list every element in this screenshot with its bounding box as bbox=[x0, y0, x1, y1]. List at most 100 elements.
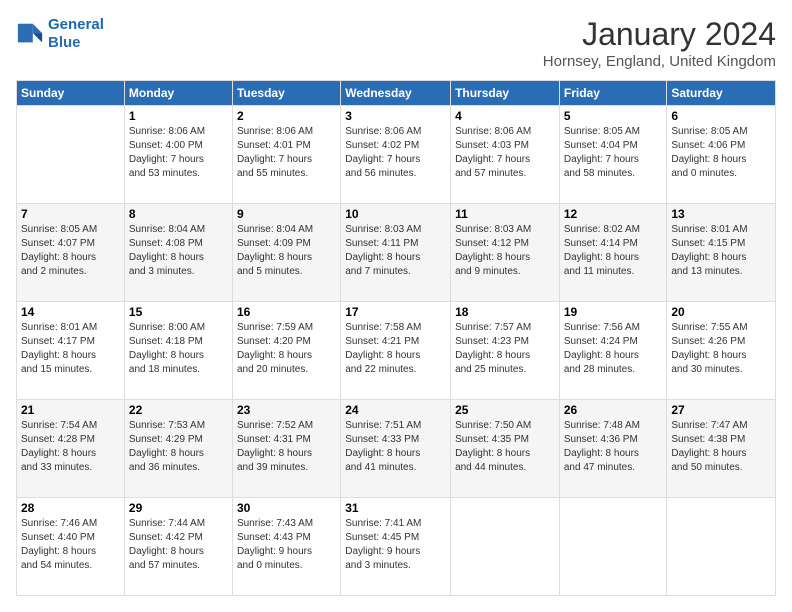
calendar-cell: 16 Sunrise: 7:59 AM Sunset: 4:20 PM Dayli… bbox=[232, 302, 340, 400]
cell-content: Sunrise: 7:56 AM Sunset: 4:24 PM Dayligh… bbox=[564, 321, 663, 377]
month-title: January 2024 bbox=[543, 16, 776, 53]
page: General Blue January 2024 Hornsey, Engla… bbox=[0, 0, 792, 612]
day-number: 8 bbox=[129, 207, 228, 221]
calendar-cell bbox=[559, 498, 667, 596]
day-header-saturday: Saturday bbox=[667, 81, 776, 106]
cell-content: Sunrise: 7:52 AM Sunset: 4:31 PM Dayligh… bbox=[237, 419, 336, 475]
logo-blue: Blue bbox=[48, 34, 81, 51]
day-number: 9 bbox=[237, 207, 336, 221]
day-number: 29 bbox=[129, 501, 228, 515]
day-number: 7 bbox=[21, 207, 120, 221]
day-number: 24 bbox=[345, 403, 446, 417]
calendar-cell: 12Sunrise: 8:02 AM Sunset: 4:14 PM Dayli… bbox=[559, 204, 667, 302]
day-number: 4 bbox=[455, 109, 555, 123]
cell-content: Sunrise: 7:43 AM Sunset: 4:43 PM Dayligh… bbox=[237, 517, 336, 573]
calendar-table: SundayMondayTuesdayWednesdayThursdayFrid… bbox=[16, 80, 776, 596]
cell-content: Sunrise: 7:50 AM Sunset: 4:35 PM Dayligh… bbox=[455, 419, 555, 475]
day-number: 3 bbox=[345, 109, 446, 123]
day-number: 27 bbox=[671, 403, 771, 417]
calendar-cell: 2 Sunrise: 8:06 AM Sunset: 4:01 PM Daylig… bbox=[232, 106, 340, 204]
calendar-cell: 4Sunrise: 8:06 AM Sunset: 4:03 PM Daylig… bbox=[451, 106, 560, 204]
cell-content: Sunrise: 8:02 AM Sunset: 4:14 PM Dayligh… bbox=[564, 223, 663, 279]
day-number: 6 bbox=[671, 109, 771, 123]
day-header-friday: Friday bbox=[559, 81, 667, 106]
cell-content: Sunrise: 7:41 AM Sunset: 4:45 PM Dayligh… bbox=[345, 517, 446, 573]
cell-content: Sunrise: 8:05 AM Sunset: 4:06 PM Dayligh… bbox=[671, 125, 771, 181]
calendar-cell bbox=[667, 498, 776, 596]
calendar-header-row: SundayMondayTuesdayWednesdayThursdayFrid… bbox=[17, 81, 776, 106]
calendar-cell: 13 Sunrise: 8:01 AM Sunset: 4:15 PM Dayli… bbox=[667, 204, 776, 302]
cell-content: Sunrise: 7:47 AM Sunset: 4:38 PM Dayligh… bbox=[671, 419, 771, 475]
cell-content: Sunrise: 8:06 AM Sunset: 4:01 PM Dayligh… bbox=[237, 125, 336, 181]
cell-content: Sunrise: 8:04 AM Sunset: 4:09 PM Dayligh… bbox=[237, 223, 336, 279]
day-number: 14 bbox=[21, 305, 120, 319]
cell-content: Sunrise: 7:44 AM Sunset: 4:42 PM Dayligh… bbox=[129, 517, 228, 573]
day-number: 13 bbox=[671, 207, 771, 221]
calendar-cell: 10 Sunrise: 8:03 AM Sunset: 4:11 PM Dayli… bbox=[341, 204, 451, 302]
calendar-cell: 15 Sunrise: 8:00 AM Sunset: 4:18 PM Dayli… bbox=[124, 302, 232, 400]
logo-text: General Blue bbox=[48, 16, 104, 52]
cell-content: Sunrise: 8:05 AM Sunset: 4:04 PM Dayligh… bbox=[564, 125, 663, 181]
cell-content: Sunrise: 8:06 AM Sunset: 4:02 PM Dayligh… bbox=[345, 125, 446, 181]
calendar-cell: 22 Sunrise: 7:53 AM Sunset: 4:29 PM Dayli… bbox=[124, 400, 232, 498]
cell-content: Sunrise: 7:57 AM Sunset: 4:23 PM Dayligh… bbox=[455, 321, 555, 377]
logo: General Blue bbox=[16, 16, 104, 52]
day-number: 30 bbox=[237, 501, 336, 515]
calendar-cell: 19 Sunrise: 7:56 AM Sunset: 4:24 PM Dayli… bbox=[559, 302, 667, 400]
location: Hornsey, England, United Kingdom bbox=[543, 53, 776, 70]
calendar-cell bbox=[17, 106, 125, 204]
cell-content: Sunrise: 8:03 AM Sunset: 4:12 PM Dayligh… bbox=[455, 223, 555, 279]
calendar-cell: 3 Sunrise: 8:06 AM Sunset: 4:02 PM Daylig… bbox=[341, 106, 451, 204]
day-number: 19 bbox=[564, 305, 663, 319]
calendar-cell bbox=[451, 498, 560, 596]
day-number: 20 bbox=[671, 305, 771, 319]
day-number: 16 bbox=[237, 305, 336, 319]
cell-content: Sunrise: 7:54 AM Sunset: 4:28 PM Dayligh… bbox=[21, 419, 120, 475]
day-number: 2 bbox=[237, 109, 336, 123]
cell-content: Sunrise: 7:55 AM Sunset: 4:26 PM Dayligh… bbox=[671, 321, 771, 377]
calendar-cell: 14Sunrise: 8:01 AM Sunset: 4:17 PM Dayli… bbox=[17, 302, 125, 400]
day-number: 28 bbox=[21, 501, 120, 515]
calendar-cell: 23Sunrise: 7:52 AM Sunset: 4:31 PM Dayli… bbox=[232, 400, 340, 498]
day-number: 25 bbox=[455, 403, 555, 417]
cell-content: Sunrise: 8:03 AM Sunset: 4:11 PM Dayligh… bbox=[345, 223, 446, 279]
day-header-wednesday: Wednesday bbox=[341, 81, 451, 106]
logo-icon bbox=[16, 20, 44, 48]
calendar-week-2: 7Sunrise: 8:05 AM Sunset: 4:07 PM Daylig… bbox=[17, 204, 776, 302]
day-number: 1 bbox=[129, 109, 228, 123]
calendar-cell: 26 Sunrise: 7:48 AM Sunset: 4:36 PM Dayli… bbox=[559, 400, 667, 498]
calendar-cell: 25 Sunrise: 7:50 AM Sunset: 4:35 PM Dayli… bbox=[451, 400, 560, 498]
day-number: 5 bbox=[564, 109, 663, 123]
day-header-tuesday: Tuesday bbox=[232, 81, 340, 106]
header: General Blue January 2024 Hornsey, Engla… bbox=[16, 16, 776, 70]
calendar-cell: 11Sunrise: 8:03 AM Sunset: 4:12 PM Dayli… bbox=[451, 204, 560, 302]
day-header-sunday: Sunday bbox=[17, 81, 125, 106]
day-number: 17 bbox=[345, 305, 446, 319]
calendar-cell: 28Sunrise: 7:46 AM Sunset: 4:40 PM Dayli… bbox=[17, 498, 125, 596]
day-number: 18 bbox=[455, 305, 555, 319]
calendar-cell: 17 Sunrise: 7:58 AM Sunset: 4:21 PM Dayli… bbox=[341, 302, 451, 400]
calendar-cell: 18 Sunrise: 7:57 AM Sunset: 4:23 PM Dayli… bbox=[451, 302, 560, 400]
calendar-cell: 1Sunrise: 8:06 AM Sunset: 4:00 PM Daylig… bbox=[124, 106, 232, 204]
cell-content: Sunrise: 7:58 AM Sunset: 4:21 PM Dayligh… bbox=[345, 321, 446, 377]
cell-content: Sunrise: 7:48 AM Sunset: 4:36 PM Dayligh… bbox=[564, 419, 663, 475]
cell-content: Sunrise: 7:51 AM Sunset: 4:33 PM Dayligh… bbox=[345, 419, 446, 475]
title-block: January 2024 Hornsey, England, United Ki… bbox=[543, 16, 776, 70]
day-number: 22 bbox=[129, 403, 228, 417]
cell-content: Sunrise: 8:01 AM Sunset: 4:15 PM Dayligh… bbox=[671, 223, 771, 279]
calendar-cell: 20 Sunrise: 7:55 AM Sunset: 4:26 PM Dayli… bbox=[667, 302, 776, 400]
calendar-week-4: 21Sunrise: 7:54 AM Sunset: 4:28 PM Dayli… bbox=[17, 400, 776, 498]
calendar-cell: 5 Sunrise: 8:05 AM Sunset: 4:04 PM Daylig… bbox=[559, 106, 667, 204]
day-header-monday: Monday bbox=[124, 81, 232, 106]
calendar-cell: 21Sunrise: 7:54 AM Sunset: 4:28 PM Dayli… bbox=[17, 400, 125, 498]
cell-content: Sunrise: 8:00 AM Sunset: 4:18 PM Dayligh… bbox=[129, 321, 228, 377]
calendar-cell: 9 Sunrise: 8:04 AM Sunset: 4:09 PM Daylig… bbox=[232, 204, 340, 302]
day-number: 10 bbox=[345, 207, 446, 221]
cell-content: Sunrise: 8:04 AM Sunset: 4:08 PM Dayligh… bbox=[129, 223, 228, 279]
cell-content: Sunrise: 7:53 AM Sunset: 4:29 PM Dayligh… bbox=[129, 419, 228, 475]
cell-content: Sunrise: 7:59 AM Sunset: 4:20 PM Dayligh… bbox=[237, 321, 336, 377]
day-number: 26 bbox=[564, 403, 663, 417]
day-number: 15 bbox=[129, 305, 228, 319]
calendar-cell: 8 Sunrise: 8:04 AM Sunset: 4:08 PM Daylig… bbox=[124, 204, 232, 302]
day-number: 31 bbox=[345, 501, 446, 515]
